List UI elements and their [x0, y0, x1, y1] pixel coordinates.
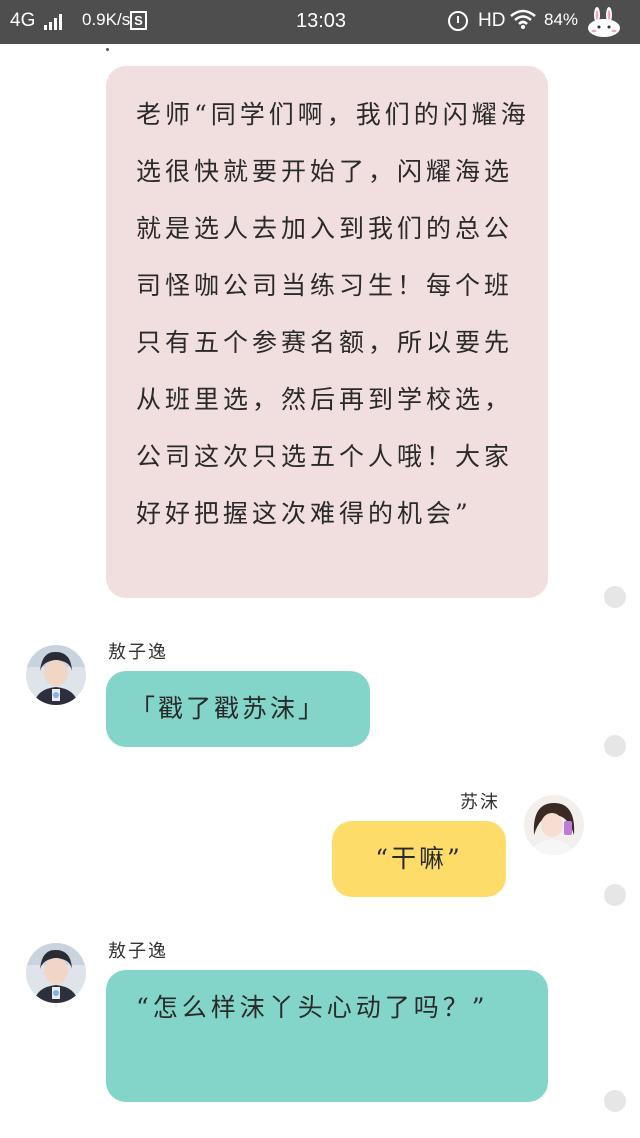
message-bubble[interactable]: 「戳了戳苏沫」: [106, 671, 370, 747]
network-type: 4G: [10, 10, 36, 31]
status-bar: 4G 0.9K/s S 13:03 HD 84%: [0, 0, 640, 44]
bunny-icon: [588, 7, 620, 37]
s-badge-icon: S: [130, 11, 147, 30]
alarm-icon: [448, 11, 468, 31]
message-bubble[interactable]: “干嘛”: [332, 821, 506, 897]
read-status-dot-icon: [604, 735, 626, 757]
sender-name: 敖子逸: [108, 642, 168, 663]
read-status-dot-icon: [604, 586, 626, 608]
sender-name: 苏沫: [460, 792, 500, 813]
read-status-dot-icon: [604, 884, 626, 906]
avatar[interactable]: [524, 795, 584, 855]
read-status-dot-icon: [604, 1090, 626, 1112]
message-bubble[interactable]: “怎么样沫丫头心动了吗？”: [106, 970, 548, 1102]
avatar[interactable]: [26, 943, 86, 1003]
battery-level: 84%: [544, 10, 579, 29]
avatar[interactable]: [26, 645, 86, 705]
network-speed: 0.9K/s: [82, 10, 131, 29]
signal-bars-icon: [44, 14, 66, 30]
message-bubble-narration[interactable]: 老师“同学们啊，我们的闪耀海选很快就要开始了，闪耀海选就是选人去加入到我们的总公…: [106, 66, 548, 598]
hd-indicator: HD: [478, 10, 506, 31]
sender-name: 敖子逸: [108, 941, 168, 962]
divider-dot: [106, 48, 109, 51]
wifi-icon: [510, 9, 536, 29]
clock: 13:03: [296, 10, 347, 32]
